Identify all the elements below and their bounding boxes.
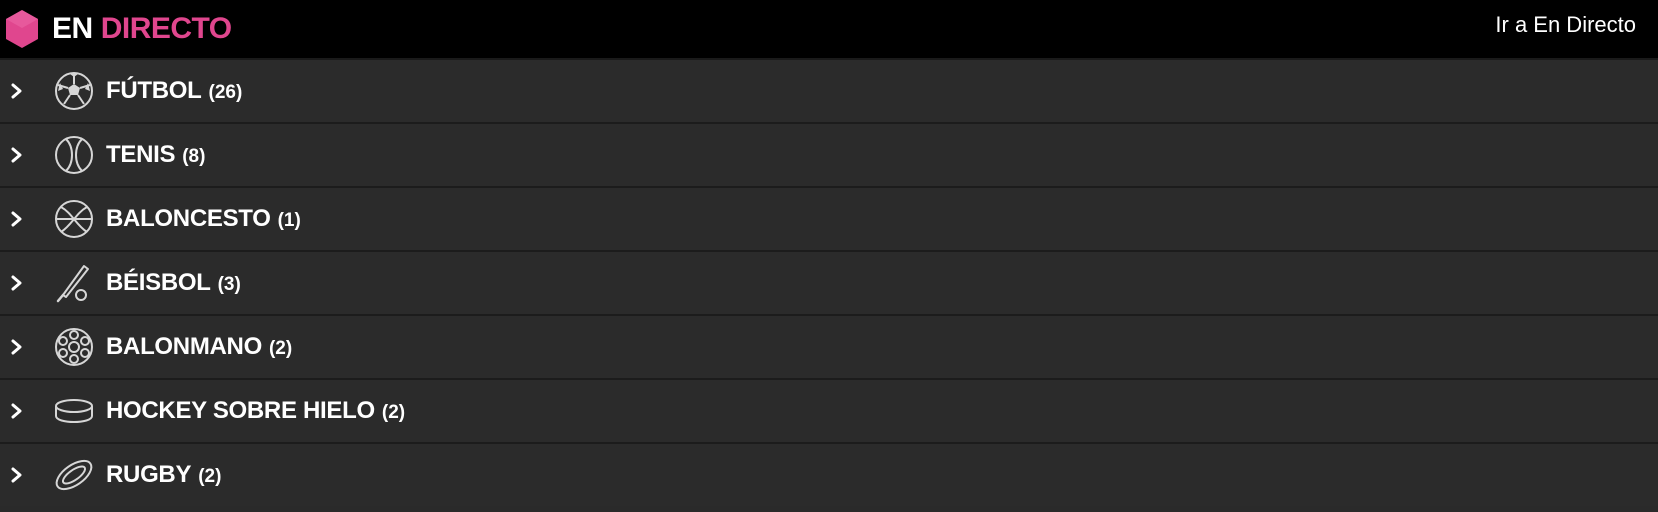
sport-name: TENIS: [106, 141, 176, 168]
chevron-right-icon[interactable]: [10, 210, 30, 228]
rugby-ball-icon: [52, 453, 96, 497]
title-directo: DIRECTO: [100, 12, 232, 45]
sport-count: (2): [268, 338, 293, 359]
sports-list: FÚTBOL (26) TENIS (8) BALONCESTO (1) BÉI…: [0, 58, 1658, 506]
sport-name: BALONMANO: [106, 333, 262, 360]
chevron-right-icon[interactable]: [10, 274, 30, 292]
sport-row-balonmano[interactable]: BALONMANO (2): [0, 314, 1658, 378]
sport-count: (26): [208, 82, 243, 103]
chevron-right-icon[interactable]: [10, 338, 30, 356]
chevron-right-icon[interactable]: [10, 146, 30, 164]
baseball-bat-icon: [52, 261, 96, 305]
chevron-right-icon[interactable]: [10, 82, 30, 100]
sport-row-beisbol[interactable]: BÉISBOL (3): [0, 250, 1658, 314]
sport-row-hockey[interactable]: HOCKEY SOBRE HIELO (2): [0, 378, 1658, 442]
sport-row-baloncesto[interactable]: BALONCESTO (1): [0, 186, 1658, 250]
chevron-right-icon[interactable]: [10, 402, 30, 420]
sport-count: (8): [182, 146, 206, 167]
hexagon-logo-icon: [6, 10, 38, 48]
sport-name: RUGBY: [106, 461, 192, 488]
sport-count: (2): [381, 402, 406, 423]
sport-row-tenis[interactable]: TENIS (8): [0, 122, 1658, 186]
sport-count: (3): [217, 274, 241, 295]
title-en: EN: [52, 12, 93, 45]
go-to-live-link[interactable]: Ir a En Directo: [1495, 0, 1636, 58]
chevron-right-icon[interactable]: [10, 466, 30, 484]
sport-count: (2): [198, 466, 222, 487]
tennis-ball-icon: [52, 133, 96, 177]
sport-row-futbol[interactable]: FÚTBOL (26): [0, 58, 1658, 122]
sport-name: BÉISBOL: [106, 269, 211, 296]
sport-name: BALONCESTO: [106, 205, 271, 232]
live-header: EN DIRECTO Ir a En Directo: [0, 0, 1658, 58]
soccer-ball-icon: [52, 69, 96, 113]
handball-icon: [52, 325, 96, 369]
sport-name: FÚTBOL: [106, 77, 202, 104]
sport-row-rugby[interactable]: RUGBY (2): [0, 442, 1658, 506]
basketball-icon: [52, 197, 96, 241]
sport-name: HOCKEY SOBRE HIELO: [106, 397, 375, 424]
hockey-puck-icon: [52, 389, 96, 433]
sport-count: (1): [277, 210, 301, 231]
